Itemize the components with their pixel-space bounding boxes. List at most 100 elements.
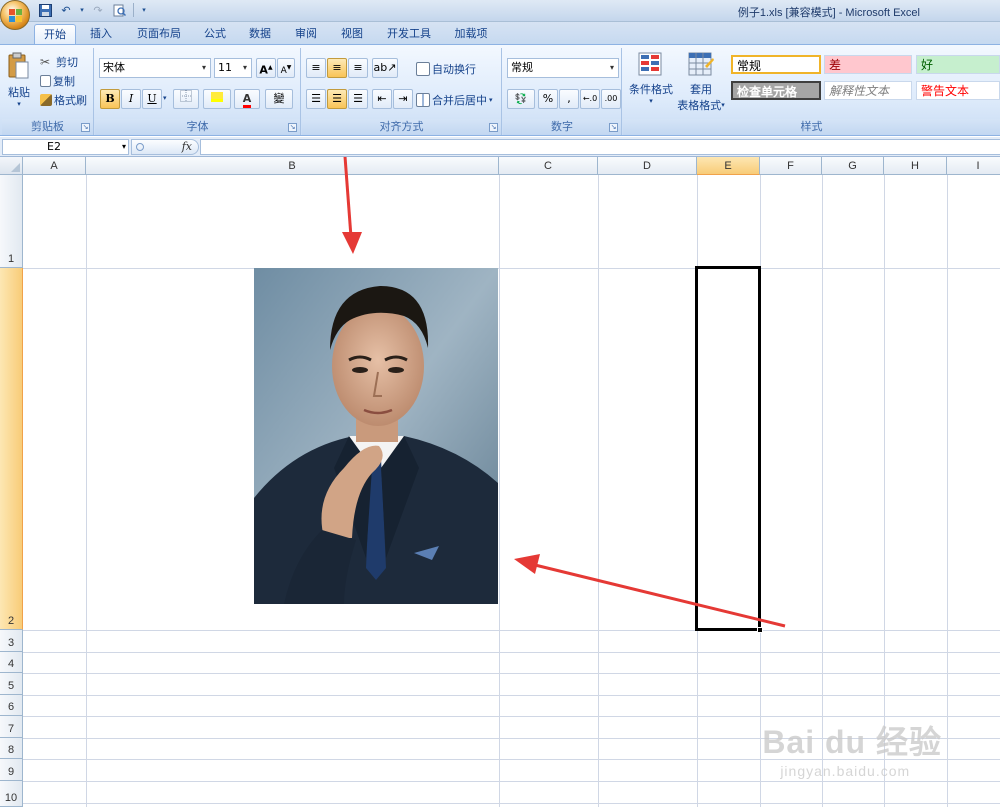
shrink-font-button[interactable]: A▼ [277,58,295,78]
insert-function-icon[interactable]: fx [182,140,192,153]
name-box[interactable]: E2 ▾ [2,139,129,155]
column-header-f[interactable]: F [760,157,822,175]
fill-handle[interactable] [757,627,763,633]
row-header-9[interactable]: 9 [0,759,23,781]
column-header-h[interactable]: H [884,157,947,175]
name-box-dropdown-icon[interactable]: ▾ [122,140,126,154]
redo-icon[interactable]: ↷ [89,2,107,18]
row-header-3[interactable]: 3 [0,630,23,652]
underline-dropdown-icon[interactable]: ▾ [163,94,167,102]
style-warning-text[interactable]: 警告文本 [916,81,1000,100]
print-preview-icon[interactable] [110,2,128,18]
format-as-table-button[interactable]: 套用 表格格式 ▾ [675,52,727,113]
style-bad[interactable]: 差 [824,55,912,74]
gridline [23,652,1000,653]
style-good[interactable]: 好 [916,55,1000,74]
tab-add-ins[interactable]: 加载项 [448,24,494,44]
tab-home[interactable]: 开始 [34,24,76,44]
align-right-button[interactable]: ☰ [348,89,368,109]
row-header-5[interactable]: 5 [0,673,23,695]
undo-dropdown-icon[interactable]: ▾ [78,2,86,18]
row-header-1[interactable]: 1 [0,175,23,268]
comma-style-button[interactable]: , [559,89,579,109]
conditional-formatting-button[interactable]: 条件格式 ▾ [627,52,675,105]
tab-review[interactable]: 审阅 [289,24,323,44]
italic-button[interactable]: I [121,89,141,109]
column-header-b[interactable]: B [86,157,499,175]
row-header-10[interactable]: 10 [0,781,23,807]
tab-insert[interactable]: 插入 [84,24,118,44]
number-dialog-launcher-icon[interactable]: ↘ [609,123,618,132]
font-size-combo[interactable]: 11 ▾ [214,58,252,78]
underline-button[interactable]: U [142,89,162,109]
grow-font-button[interactable]: A▲ [256,58,276,78]
font-name-dropdown-icon[interactable]: ▾ [198,59,210,77]
style-check-cell[interactable]: 检查单元格 [731,81,821,100]
cut-button[interactable]: ✂ 剪切 [40,54,78,70]
format-painter-button[interactable]: 格式刷 [40,92,87,108]
align-middle-icon: ≡ [332,61,342,74]
style-normal[interactable]: 常规 [731,55,821,74]
formula-bar-resize-icon[interactable] [136,143,144,151]
fill-color-button[interactable] [203,89,231,109]
style-explanatory-text[interactable]: 解释性文本 [824,81,912,100]
column-header-d[interactable]: D [598,157,697,175]
save-icon[interactable] [36,2,54,18]
column-header-i[interactable]: I [947,157,1000,175]
accounting-icon: 💱 [514,94,528,105]
active-cell-e2[interactable] [695,266,761,631]
undo-icon[interactable]: ↶ [57,2,75,18]
borders-button[interactable] [173,89,199,109]
merge-center-button[interactable]: 合并后居中 ▾ [416,92,493,108]
clipboard-dialog-launcher-icon[interactable]: ↘ [81,123,90,132]
row-header-7[interactable]: 7 [0,716,23,738]
merge-center-icon [416,93,430,107]
gridline [947,175,948,807]
font-color-button[interactable]: A [234,89,260,109]
align-bottom-button[interactable]: ≡ [348,58,368,78]
phonetic-guide-button[interactable]: 變 [265,89,293,109]
tab-formulas[interactable]: 公式 [198,24,232,44]
accounting-format-button[interactable]: 💱 [507,89,535,109]
office-button[interactable] [0,0,30,30]
tab-view[interactable]: 视图 [335,24,369,44]
column-header-g[interactable]: G [822,157,884,175]
column-header-e[interactable]: E [697,157,760,175]
copy-button[interactable]: 复制 [40,73,75,89]
font-name-combo[interactable]: 宋体 ▾ [99,58,211,78]
tab-data[interactable]: 数据 [243,24,277,44]
portrait-photo [254,268,498,604]
customize-qat-icon[interactable]: ▾ [139,2,149,18]
font-size-value: 11 [218,61,232,74]
row-header-2[interactable]: 2 [0,268,23,630]
paste-button[interactable]: 粘贴 ▾ [4,52,34,108]
font-dialog-launcher-icon[interactable]: ↘ [288,123,297,132]
increase-indent-button[interactable]: ⇥ [393,89,413,109]
orientation-button[interactable]: ab↗ [372,58,398,78]
font-size-dropdown-icon[interactable]: ▾ [239,59,251,77]
bold-button[interactable]: B [100,89,120,109]
align-center-button[interactable]: ☰ [327,89,347,109]
tab-developer[interactable]: 开发工具 [380,24,438,44]
number-format-combo[interactable]: 常规 ▾ [507,58,619,78]
row-header-4[interactable]: 4 [0,652,23,673]
row-header-6[interactable]: 6 [0,695,23,716]
select-all-corner[interactable] [0,157,23,175]
alignment-dialog-launcher-icon[interactable]: ↘ [489,123,498,132]
inserted-picture[interactable] [254,268,498,604]
wrap-text-button[interactable]: 自动换行 [416,61,476,77]
align-left-button[interactable]: ☰ [306,89,326,109]
number-format-dropdown-icon[interactable]: ▾ [606,59,618,77]
align-top-button[interactable]: ≡ [306,58,326,78]
formula-input[interactable] [200,139,1000,155]
alignment-group: ≡ ≡ ≡ ab↗ 自动换行 ☰ ☰ ☰ ⇤ ⇥ 合并后居中 ▾ 对齐方式 ↘ [302,48,502,135]
tab-page-layout[interactable]: 页面布局 [130,24,188,44]
percent-style-button[interactable]: % [538,89,558,109]
column-header-c[interactable]: C [499,157,598,175]
column-header-a[interactable]: A [23,157,86,175]
align-middle-button[interactable]: ≡ [327,58,347,78]
decrease-indent-button[interactable]: ⇤ [372,89,392,109]
increase-decimal-button[interactable]: ←.0 [580,89,600,109]
row-header-8[interactable]: 8 [0,738,23,759]
decrease-decimal-button[interactable]: .00 [601,89,621,109]
